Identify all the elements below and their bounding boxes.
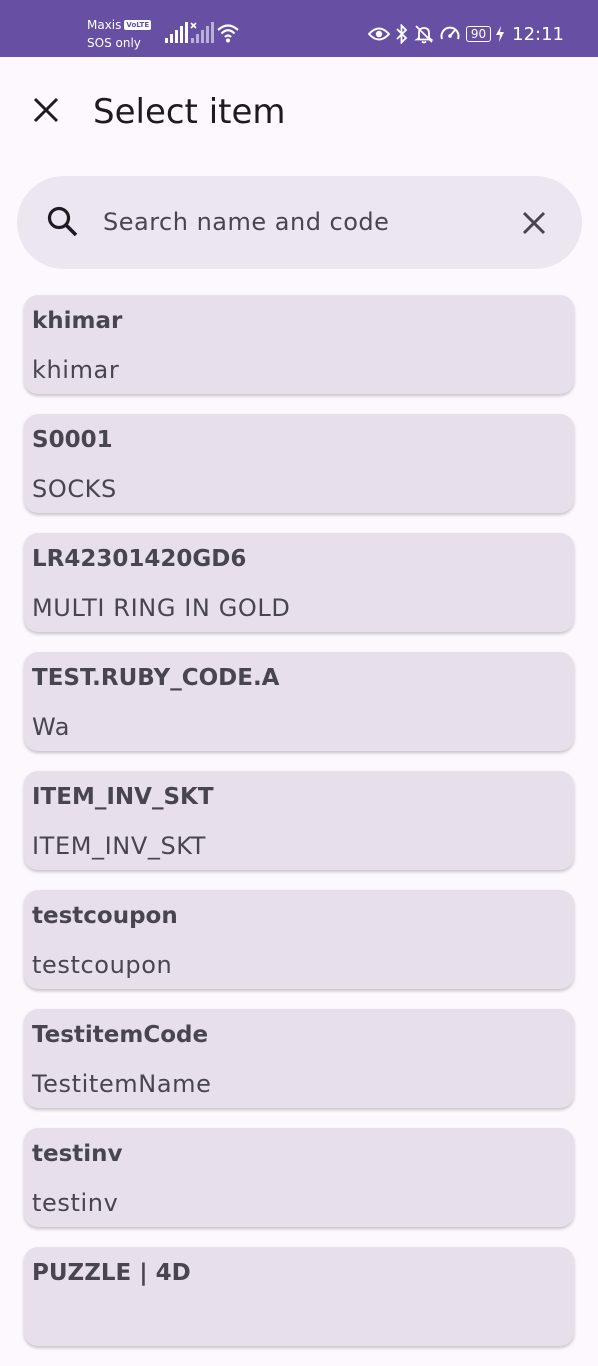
item-name: khimar (32, 356, 120, 384)
signal-strength-icon (165, 22, 188, 43)
list-item[interactable]: S0001 SOCKS (24, 414, 574, 513)
close-icon (33, 97, 59, 123)
carrier-name: Maxis (87, 18, 122, 32)
item-code: TestitemCode (32, 1022, 209, 1048)
speedometer-icon (440, 26, 460, 40)
item-name: TestitemName (32, 1070, 212, 1098)
status-bar: Maxis VoLTE SOS only 90 12:11 (0, 0, 598, 57)
item-code: TEST.RUBY_CODE.A (32, 665, 280, 691)
charging-icon (496, 26, 505, 42)
battery-level: 90 (465, 26, 492, 42)
page-title: Select item (93, 92, 286, 132)
list-item[interactable]: TestitemCode TestitemName (24, 1009, 574, 1108)
item-code: ITEM_INV_SKT (32, 784, 214, 810)
list-item[interactable]: TEST.RUBY_CODE.A Wa (24, 652, 574, 751)
list-item[interactable]: ITEM_INV_SKT ITEM_INV_SKT (24, 771, 574, 870)
item-code: testinv (32, 1141, 123, 1167)
clock: 12:11 (512, 23, 564, 45)
wifi-icon (217, 24, 239, 43)
item-code: PUZZLE | 4D (32, 1260, 191, 1286)
item-name: testinv (32, 1189, 119, 1217)
sos-status: SOS only (87, 36, 141, 50)
volte-badge: VoLTE (124, 20, 152, 30)
notifications-off-icon (414, 25, 434, 44)
close-icon (522, 211, 546, 235)
search-icon (47, 206, 78, 237)
item-name: ITEM_INV_SKT (32, 832, 207, 860)
item-code: khimar (32, 308, 123, 334)
item-code: S0001 (32, 427, 113, 453)
item-name: SOCKS (32, 475, 117, 503)
carrier-info: Maxis VoLTE SOS only (87, 16, 152, 52)
bluetooth-icon (396, 24, 408, 44)
item-code: LR42301420GD6 (32, 546, 247, 572)
list-item[interactable]: khimar khimar (24, 295, 574, 394)
list-item[interactable]: LR42301420GD6 MULTI RING IN GOLD (24, 533, 574, 632)
item-name: testcoupon (32, 951, 173, 979)
eye-icon (367, 27, 390, 41)
search-bar[interactable] (17, 176, 582, 269)
item-name: Wa (32, 713, 71, 741)
signal-no-service-icon (190, 22, 214, 43)
item-name: MULTI RING IN GOLD (32, 594, 291, 622)
item-code: testcoupon (32, 903, 178, 929)
status-icons: 90 12:11 (367, 22, 564, 46)
list-item[interactable]: testcoupon testcoupon (24, 890, 574, 989)
list-item[interactable]: testinv testinv (24, 1128, 574, 1227)
close-button[interactable] (26, 90, 66, 130)
list-item[interactable]: PUZZLE | 4D (24, 1247, 574, 1346)
search-input[interactable] (103, 199, 503, 245)
item-list: khimar khimar S0001 SOCKS LR42301420GD6 … (24, 295, 574, 1366)
clear-search-button[interactable] (514, 203, 554, 243)
